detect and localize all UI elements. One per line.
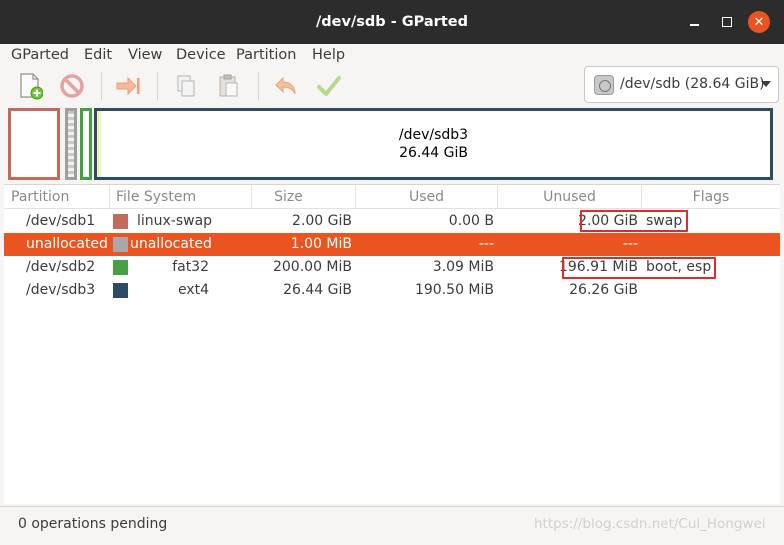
- minimize-icon: [689, 24, 699, 26]
- map-partition-sdb1[interactable]: [8, 108, 60, 180]
- column-header-partition[interactable]: Partition: [4, 185, 110, 209]
- fs-color-swatch: [113, 214, 128, 229]
- map-partition-sdb3[interactable]: /dev/sdb3 26.44 GiB: [94, 108, 773, 180]
- maximize-button[interactable]: [717, 12, 737, 32]
- gparted-window: /dev/sdb - GParted ✕ GParted Edit View D…: [0, 0, 784, 545]
- cell-unused: 26.26 GiB: [569, 282, 638, 298]
- resize-arrow-icon: [116, 76, 140, 96]
- window-title: /dev/sdb - GParted: [316, 14, 468, 30]
- apply-button[interactable]: [313, 70, 345, 102]
- table-header: Partition File System Size Used Unused F…: [4, 185, 780, 209]
- checkmark-icon: [317, 76, 341, 96]
- watermark: https://blog.csdn.net/Cui_Hongwei: [534, 516, 766, 532]
- cell-partition: unallocated: [26, 236, 108, 252]
- fs-color-swatch: [113, 237, 128, 252]
- toolbar: /dev/sdb (28.64 GiB): [0, 66, 784, 106]
- map-partition-name: /dev/sdb3: [398, 127, 469, 143]
- close-button[interactable]: ✕: [748, 11, 770, 33]
- menu-help[interactable]: Help: [312, 45, 345, 65]
- chevron-down-icon: [761, 81, 771, 87]
- column-header-flags[interactable]: Flags: [642, 185, 780, 209]
- harddisk-icon: [594, 75, 614, 95]
- column-header-size[interactable]: Size: [252, 185, 356, 209]
- toolbar-separator: [157, 72, 158, 100]
- undo-icon: [275, 76, 296, 95]
- table-row[interactable]: unallocated unallocated 1.00 MiB --- ---: [4, 233, 780, 256]
- menu-device[interactable]: Device: [176, 45, 226, 65]
- cell-filesystem: linux-swap: [137, 213, 213, 229]
- cell-partition: /dev/sdb1: [26, 213, 96, 229]
- resize-move-button[interactable]: [112, 70, 144, 102]
- annotation-highlight-box: [580, 210, 688, 232]
- cell-partition: /dev/sdb3: [26, 282, 96, 298]
- close-icon: ✕: [753, 14, 765, 30]
- copy-icon: [177, 75, 195, 97]
- map-partition-size: 26.44 GiB: [399, 145, 468, 161]
- cell-used: 3.09 MiB: [432, 259, 494, 275]
- map-unallocated[interactable]: [65, 108, 77, 180]
- column-header-filesystem[interactable]: File System: [110, 185, 252, 209]
- fs-color-swatch: [113, 260, 128, 275]
- menu-gparted[interactable]: GParted: [11, 45, 69, 65]
- partition-map: /dev/sdb3 26.44 GiB: [8, 108, 776, 180]
- minimize-button[interactable]: [684, 12, 704, 32]
- menu-view[interactable]: View: [128, 45, 162, 65]
- delete-icon: [60, 74, 84, 98]
- menu-bar: GParted Edit View Device Partition Help: [0, 44, 784, 66]
- toolbar-separator: [258, 72, 259, 100]
- map-used-space: [97, 111, 101, 177]
- delete-partition-button[interactable]: [56, 70, 88, 102]
- cell-size: 200.00 MiB: [272, 259, 352, 275]
- cell-filesystem: unallocated: [130, 236, 212, 252]
- undo-button[interactable]: [270, 70, 302, 102]
- cell-size: 2.00 GiB: [292, 213, 352, 229]
- partition-table: Partition File System Size Used Unused F…: [4, 184, 780, 504]
- cell-size: 26.44 GiB: [283, 282, 352, 298]
- cell-filesystem: ext4: [177, 282, 209, 298]
- annotation-highlight-box: [562, 257, 716, 279]
- copy-button[interactable]: [170, 70, 202, 102]
- map-partition-sdb2[interactable]: [80, 108, 92, 180]
- cell-size: 1.00 MiB: [290, 236, 352, 252]
- menu-partition[interactable]: Partition: [236, 45, 296, 65]
- new-partition-button[interactable]: [14, 70, 46, 102]
- new-document-icon: [20, 73, 43, 100]
- paste-button[interactable]: [213, 70, 245, 102]
- column-header-used[interactable]: Used: [356, 185, 498, 209]
- device-selector-label: /dev/sdb (28.64 GiB): [620, 76, 765, 92]
- cell-partition: /dev/sdb2: [26, 259, 96, 275]
- maximize-icon: [722, 17, 732, 27]
- status-bar: 0 operations pending https://blog.csdn.n…: [0, 506, 784, 542]
- cell-used: ---: [478, 236, 494, 252]
- title-bar: /dev/sdb - GParted ✕: [0, 0, 784, 44]
- column-header-unused[interactable]: Unused: [498, 185, 642, 209]
- toolbar-separator: [101, 72, 102, 100]
- cell-filesystem: fat32: [172, 259, 209, 275]
- fs-color-swatch: [113, 283, 128, 298]
- status-text: 0 operations pending: [18, 516, 168, 532]
- device-selector[interactable]: /dev/sdb (28.64 GiB): [584, 66, 779, 103]
- table-row[interactable]: /dev/sdb3 ext4 26.44 GiB 190.50 MiB 26.2…: [4, 279, 780, 302]
- paste-icon: [219, 74, 238, 97]
- cell-used: 0.00 B: [448, 213, 494, 229]
- menu-edit[interactable]: Edit: [84, 45, 112, 65]
- cell-used: 190.50 MiB: [414, 282, 494, 298]
- cell-unused: ---: [622, 236, 638, 252]
